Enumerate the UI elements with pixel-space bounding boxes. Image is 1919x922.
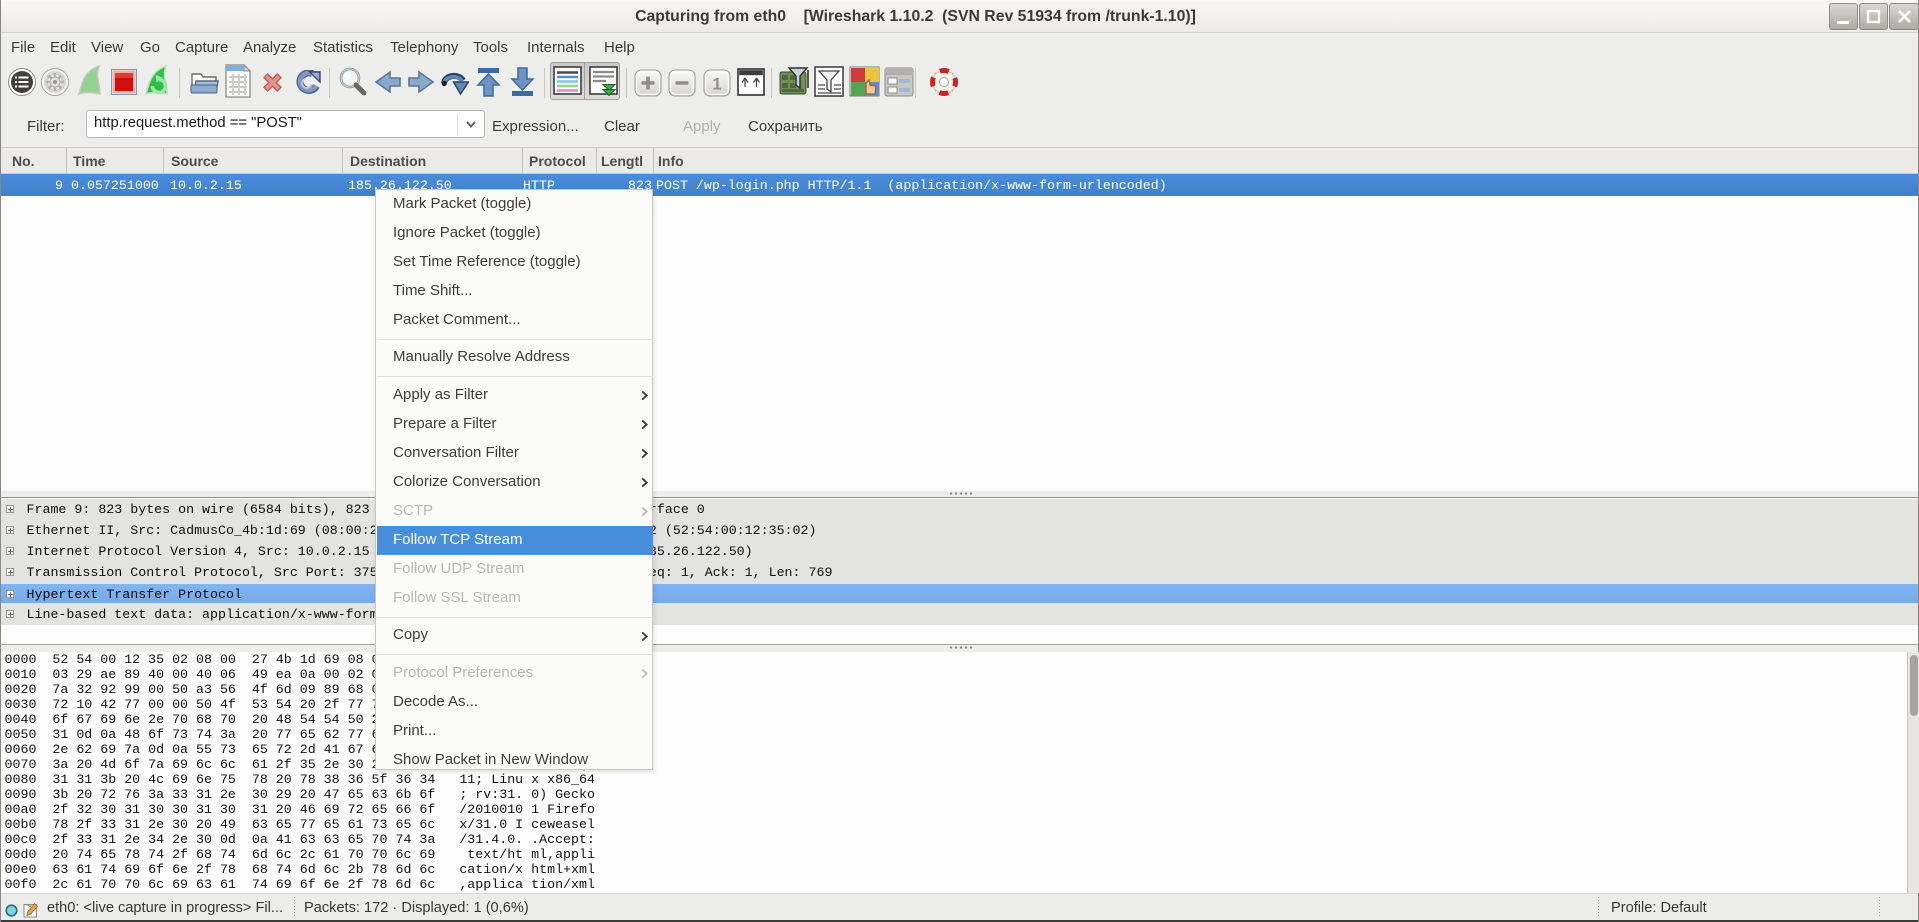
svg-text:1: 1 [712,75,721,94]
